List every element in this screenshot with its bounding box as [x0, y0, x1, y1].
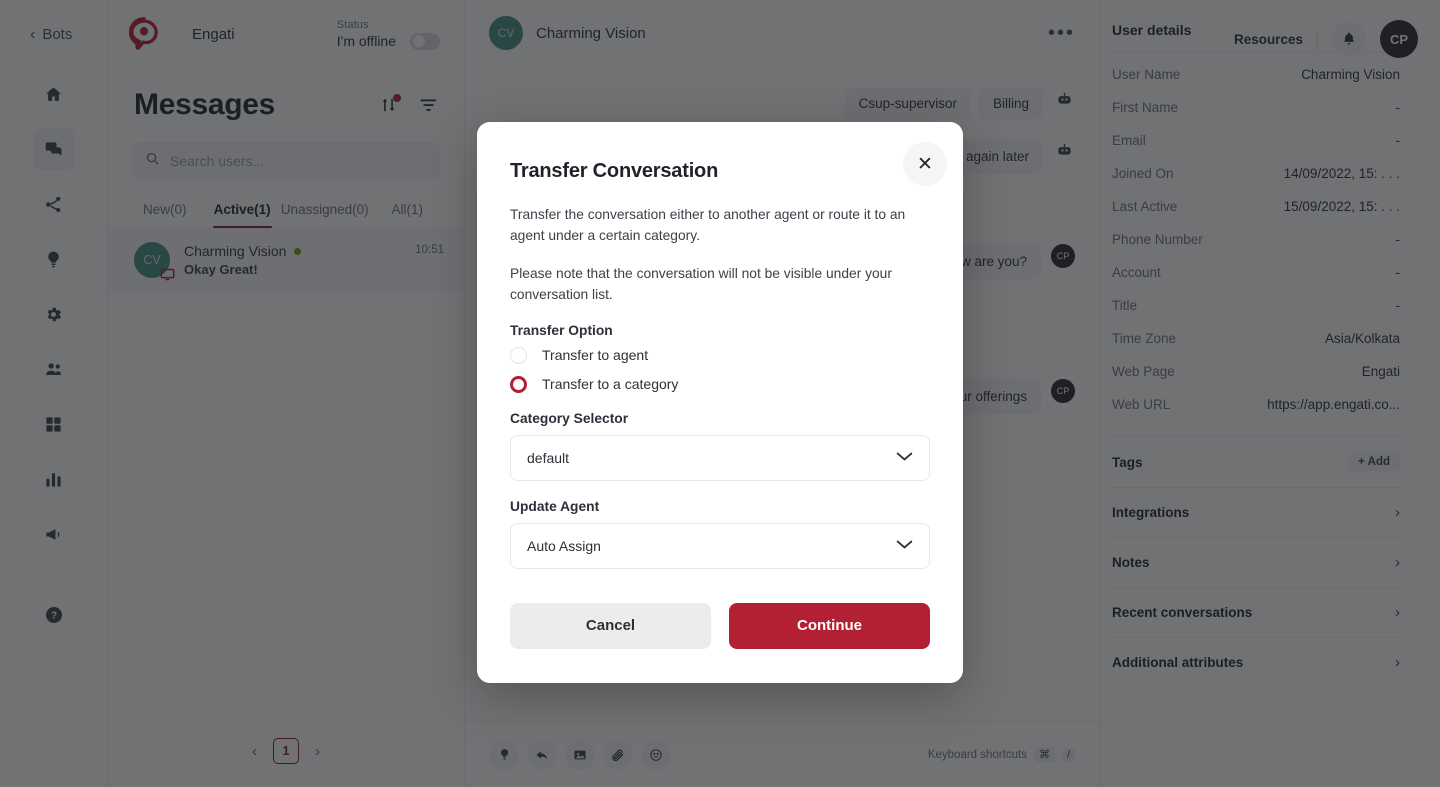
radio-button-selected-icon — [510, 375, 527, 393]
category-select-value: default — [527, 449, 570, 466]
category-selector-field: Category Selector default — [510, 411, 930, 481]
dialog-actions: Cancel Continue — [510, 602, 930, 649]
update-agent-label: Update Agent — [510, 498, 600, 514]
dialog-paragraph-2: Please note that the conversation will n… — [510, 265, 892, 302]
cancel-button[interactable]: Cancel — [510, 602, 711, 649]
close-icon[interactable]: ✕ — [903, 142, 947, 186]
dialog-title: Transfer Conversation — [510, 160, 719, 182]
transfer-option-label: Transfer Option — [510, 322, 613, 338]
dialog-paragraph-1: Transfer the conversation either to anot… — [510, 207, 906, 243]
transfer-conversation-dialog: ✕ Transfer Conversation Transfer the con… — [477, 122, 963, 683]
radio-transfer-to-agent[interactable]: Transfer to agent — [510, 346, 930, 364]
category-selector-label: Category Selector — [510, 410, 629, 426]
chevron-down-icon — [896, 537, 913, 555]
update-agent-select-value: Auto Assign — [527, 537, 601, 554]
update-agent-select[interactable]: Auto Assign — [510, 522, 930, 569]
chevron-down-icon — [896, 449, 913, 467]
radio-transfer-to-category[interactable]: Transfer to a category — [510, 375, 930, 393]
radio-label: Transfer to a category — [542, 376, 679, 393]
continue-button[interactable]: Continue — [729, 602, 930, 649]
category-select[interactable]: default — [510, 434, 930, 481]
radio-label: Transfer to agent — [542, 347, 649, 364]
update-agent-field: Update Agent Auto Assign — [510, 499, 930, 569]
app-root: ‹ Bots — [0, 0, 1440, 787]
radio-button-unselected-icon — [510, 346, 527, 364]
